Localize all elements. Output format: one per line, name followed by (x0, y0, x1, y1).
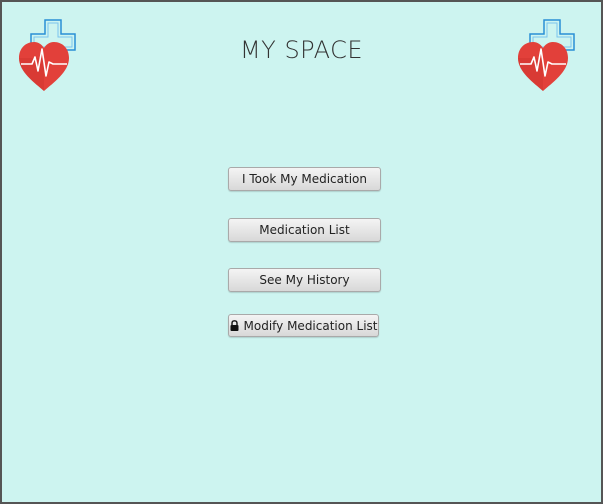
modify-medication-list-label: Modify Medication List (243, 318, 378, 333)
medication-list-button[interactable]: Medication List (228, 218, 381, 242)
heart-medical-cross-icon (518, 19, 575, 91)
page-title: MY SPACE (239, 36, 364, 64)
medication-list-label: Medication List (259, 223, 350, 237)
lock-icon (230, 320, 238, 331)
took-medication-label: I Took My Medication (242, 172, 367, 186)
modify-medication-list-button[interactable]: Modify Medication List (228, 314, 379, 337)
app-window: MY SPACE I Took My Medication Medication… (0, 0, 603, 504)
see-history-label: See My History (259, 273, 350, 287)
took-medication-button[interactable]: I Took My Medication (228, 167, 381, 191)
see-history-button[interactable]: See My History (228, 268, 381, 292)
